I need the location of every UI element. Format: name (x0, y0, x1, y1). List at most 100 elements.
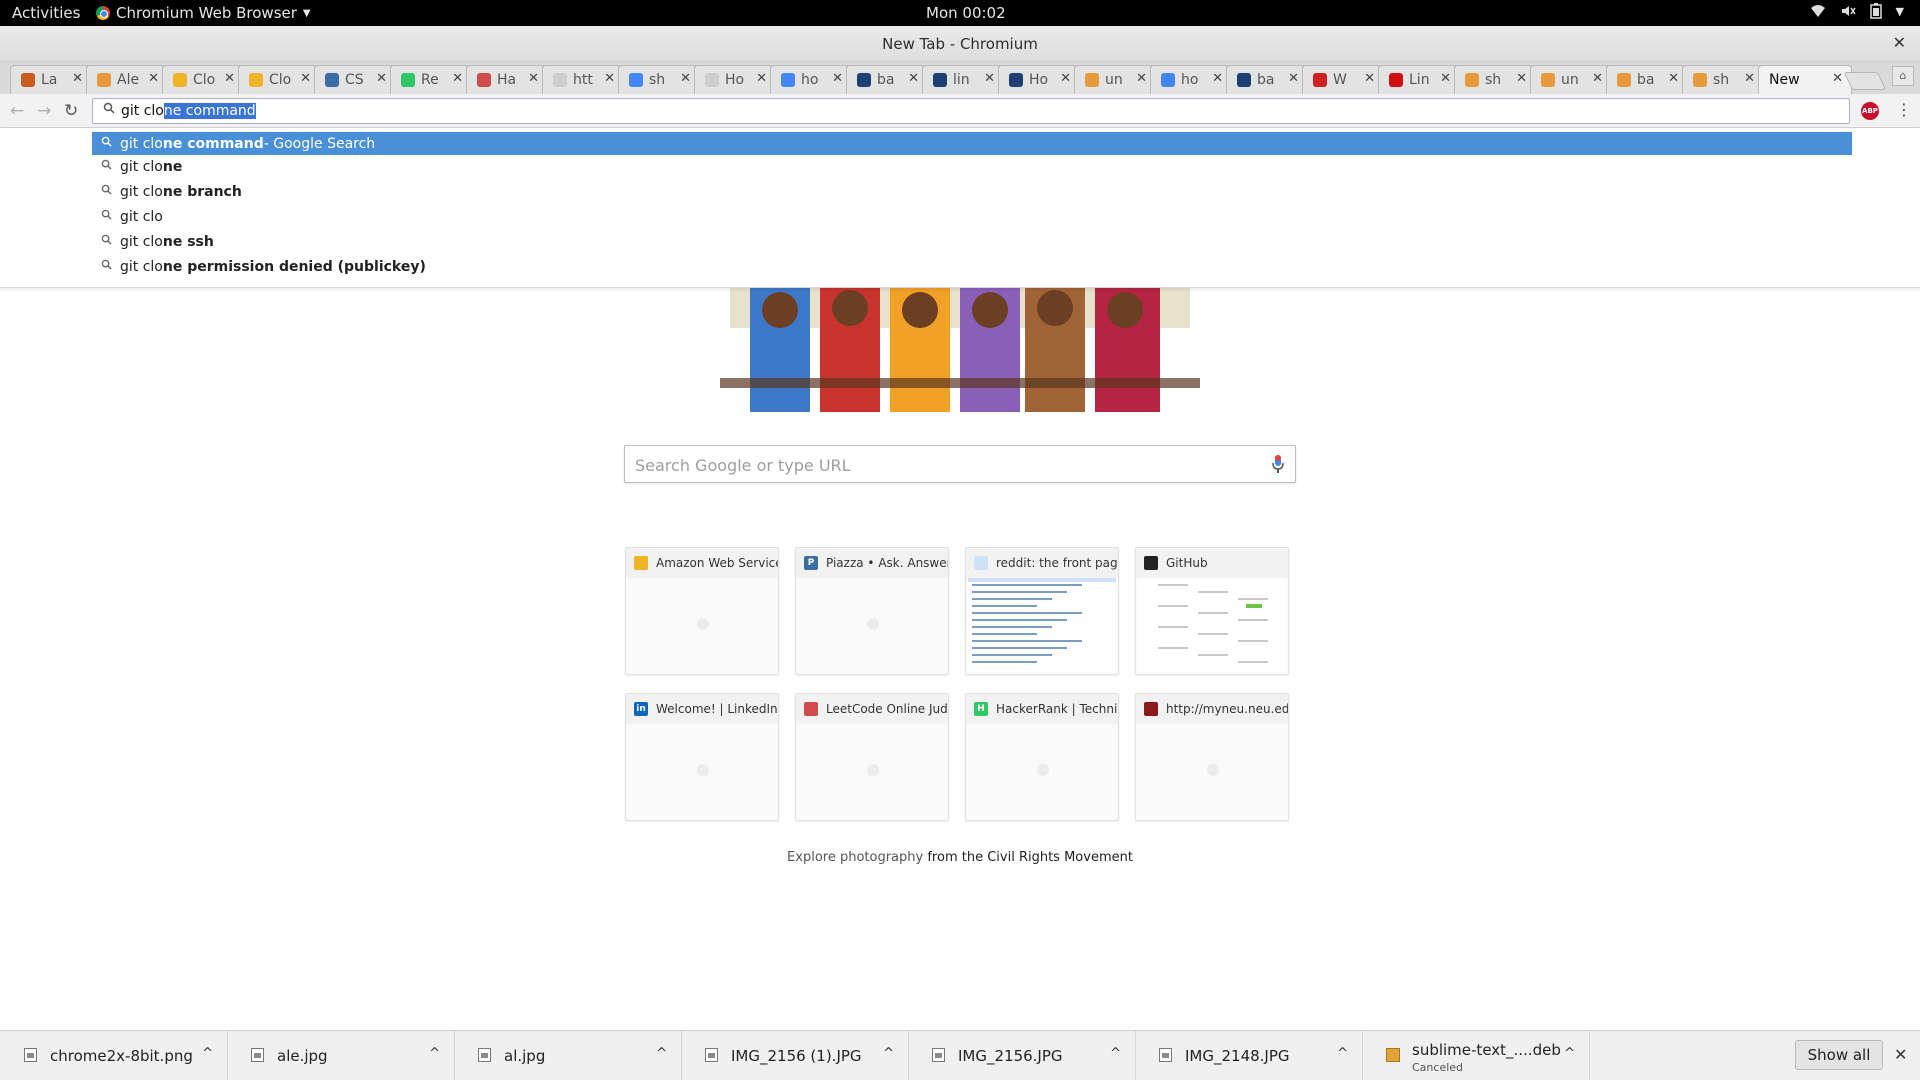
tab[interactable]: CS ✕ (314, 65, 396, 94)
tab[interactable]: Ale ✕ (86, 65, 168, 94)
new-tab-button[interactable] (1843, 72, 1887, 90)
chevron-up-icon[interactable]: ^ (656, 1046, 667, 1061)
suggestion-item[interactable]: git clo ne branch (92, 180, 1852, 203)
suggestion-item[interactable]: git clo ne command - Google Search (92, 132, 1852, 155)
menu-kebab-icon[interactable]: ⋮ (1896, 100, 1912, 119)
tab-close-icon[interactable]: ✕ (1832, 71, 1843, 86)
tab[interactable]: Re ✕ (390, 65, 472, 94)
download-item[interactable]: chrome2x-8bit.png ^ (2, 1031, 228, 1080)
most-visited-tile[interactable]: P Piazza • Ask. Answer (795, 547, 949, 675)
tab-close-icon[interactable]: ✕ (1516, 71, 1527, 86)
tab-close-icon[interactable]: ✕ (1288, 71, 1299, 86)
most-visited-tile[interactable]: H HackerRank | Technical (965, 693, 1119, 821)
tab[interactable]: sh ✕ (1682, 65, 1764, 94)
tab-close-icon[interactable]: ✕ (1592, 71, 1603, 86)
tab-close-icon[interactable]: ✕ (1136, 71, 1147, 86)
doodle-attribution[interactable]: Explore photography from the Civil Right… (0, 850, 1920, 865)
search-icon (101, 209, 112, 224)
close-download-shelf-icon[interactable]: ✕ (1894, 1045, 1907, 1064)
most-visited-tile[interactable]: http://myneu.neu.edu (1135, 693, 1289, 821)
tab[interactable]: lin ✕ (922, 65, 1004, 94)
forward-icon[interactable]: → (37, 101, 51, 121)
tab[interactable]: Ho ✕ (998, 65, 1080, 94)
ntp-search-box[interactable]: Search Google or type URL (624, 445, 1296, 483)
download-item[interactable]: IMG_2156.JPG ^ (910, 1031, 1136, 1080)
clock[interactable]: Mon 00:02 (926, 4, 1006, 22)
tab-close-icon[interactable]: ✕ (908, 71, 919, 86)
chevron-up-icon[interactable]: ^ (1337, 1046, 1348, 1061)
tab[interactable]: W ✕ (1302, 65, 1384, 94)
tab-close-icon[interactable]: ✕ (984, 71, 995, 86)
tab[interactable]: Ho ✕ (694, 65, 776, 94)
tab[interactable]: Lin ✕ (1378, 65, 1460, 94)
tab-close-icon[interactable]: ✕ (756, 71, 767, 86)
suggestion-item[interactable]: git clo (92, 205, 1852, 228)
back-icon[interactable]: ← (10, 101, 24, 121)
tab[interactable]: un ✕ (1074, 65, 1156, 94)
reload-icon[interactable]: ↻ (64, 101, 78, 121)
tab-close-icon[interactable]: ✕ (300, 71, 311, 86)
download-item[interactable]: sublime-text_....deb Canceled ^ (1364, 1031, 1590, 1080)
tab[interactable]: sh ✕ (1454, 65, 1536, 94)
chevron-up-icon[interactable]: ^ (202, 1046, 213, 1061)
tab-close-icon[interactable]: ✕ (1364, 71, 1375, 86)
activities-button[interactable]: Activities (12, 4, 80, 22)
chevron-up-icon[interactable]: ^ (883, 1046, 894, 1061)
tab-close-icon[interactable]: ✕ (680, 71, 691, 86)
tab-close-icon[interactable]: ✕ (452, 71, 463, 86)
microphone-icon[interactable] (1271, 454, 1285, 478)
tab-close-icon[interactable]: ✕ (604, 71, 615, 86)
download-item[interactable]: al.jpg ^ (456, 1031, 682, 1080)
show-all-downloads-button[interactable]: Show all (1795, 1040, 1883, 1070)
tab-favicon-icon (629, 73, 643, 87)
most-visited-tile[interactable]: reddit: the front page (965, 547, 1119, 675)
suggestion-item[interactable]: git clo ne ssh (92, 230, 1852, 253)
most-visited-tile[interactable]: LeetCode Online Judge (795, 693, 949, 821)
adblock-plus-icon[interactable]: ABP (1861, 102, 1879, 120)
tab[interactable]: un ✕ (1530, 65, 1612, 94)
tab-close-icon[interactable]: ✕ (1744, 71, 1755, 86)
most-visited-tile[interactable]: in Welcome! | LinkedIn (625, 693, 779, 821)
suggestion-item[interactable]: git clo ne permission denied (publickey) (92, 255, 1852, 278)
tab-close-icon[interactable]: ✕ (1060, 71, 1071, 86)
download-item[interactable]: ale.jpg ^ (229, 1031, 455, 1080)
profile-button[interactable]: ⌂ (1892, 66, 1914, 86)
tab-close-icon[interactable]: ✕ (1212, 71, 1223, 86)
tab-close-icon[interactable]: ✕ (1440, 71, 1451, 86)
tab[interactable]: sh ✕ (618, 65, 700, 94)
tab[interactable]: ba ✕ (846, 65, 928, 94)
tab[interactable]: Clo ✕ (162, 65, 244, 94)
tab[interactable]: htt ✕ (542, 65, 624, 94)
chevron-up-icon[interactable]: ^ (1110, 1046, 1121, 1061)
tile-header: P Piazza • Ask. Answer (796, 548, 948, 578)
explore-link[interactable]: from the Civil Rights Movement (927, 850, 1133, 865)
tab[interactable]: Clo ✕ (238, 65, 320, 94)
tab[interactable]: ho ✕ (1150, 65, 1232, 94)
tab[interactable]: New ✕ (1758, 65, 1852, 94)
tab-close-icon[interactable]: ✕ (528, 71, 539, 86)
tab-close-icon[interactable]: ✕ (224, 71, 235, 86)
tab-label: un (1105, 72, 1123, 88)
tab[interactable]: Ha ✕ (466, 65, 548, 94)
system-status-area[interactable]: ▼ (1810, 3, 1904, 23)
chevron-up-icon[interactable]: ^ (429, 1046, 440, 1061)
tab-close-icon[interactable]: ✕ (1668, 71, 1679, 86)
tab-close-icon[interactable]: ✕ (72, 71, 83, 86)
most-visited-tile[interactable]: GitHub (1135, 547, 1289, 675)
suggestion-item[interactable]: git clo ne (92, 155, 1852, 178)
most-visited-tile[interactable]: Amazon Web Services (625, 547, 779, 675)
tab-close-icon[interactable]: ✕ (376, 71, 387, 86)
address-bar[interactable]: git clone command (92, 98, 1850, 124)
tab[interactable]: La ✕ (10, 65, 92, 94)
tab-close-icon[interactable]: ✕ (832, 71, 843, 86)
tab[interactable]: ba ✕ (1606, 65, 1688, 94)
tab[interactable]: ho ✕ (770, 65, 852, 94)
chevron-up-icon[interactable]: ^ (1564, 1046, 1575, 1061)
tab-close-icon[interactable]: ✕ (148, 71, 159, 86)
app-menu[interactable]: Chromium Web Browser ▼ (96, 4, 311, 22)
tab[interactable]: ba ✕ (1226, 65, 1308, 94)
google-doodle[interactable] (720, 288, 1200, 412)
window-close-icon[interactable]: ✕ (1893, 33, 1906, 52)
download-item[interactable]: IMG_2156 (1).JPG ^ (683, 1031, 909, 1080)
download-item[interactable]: IMG_2148.JPG ^ (1137, 1031, 1363, 1080)
